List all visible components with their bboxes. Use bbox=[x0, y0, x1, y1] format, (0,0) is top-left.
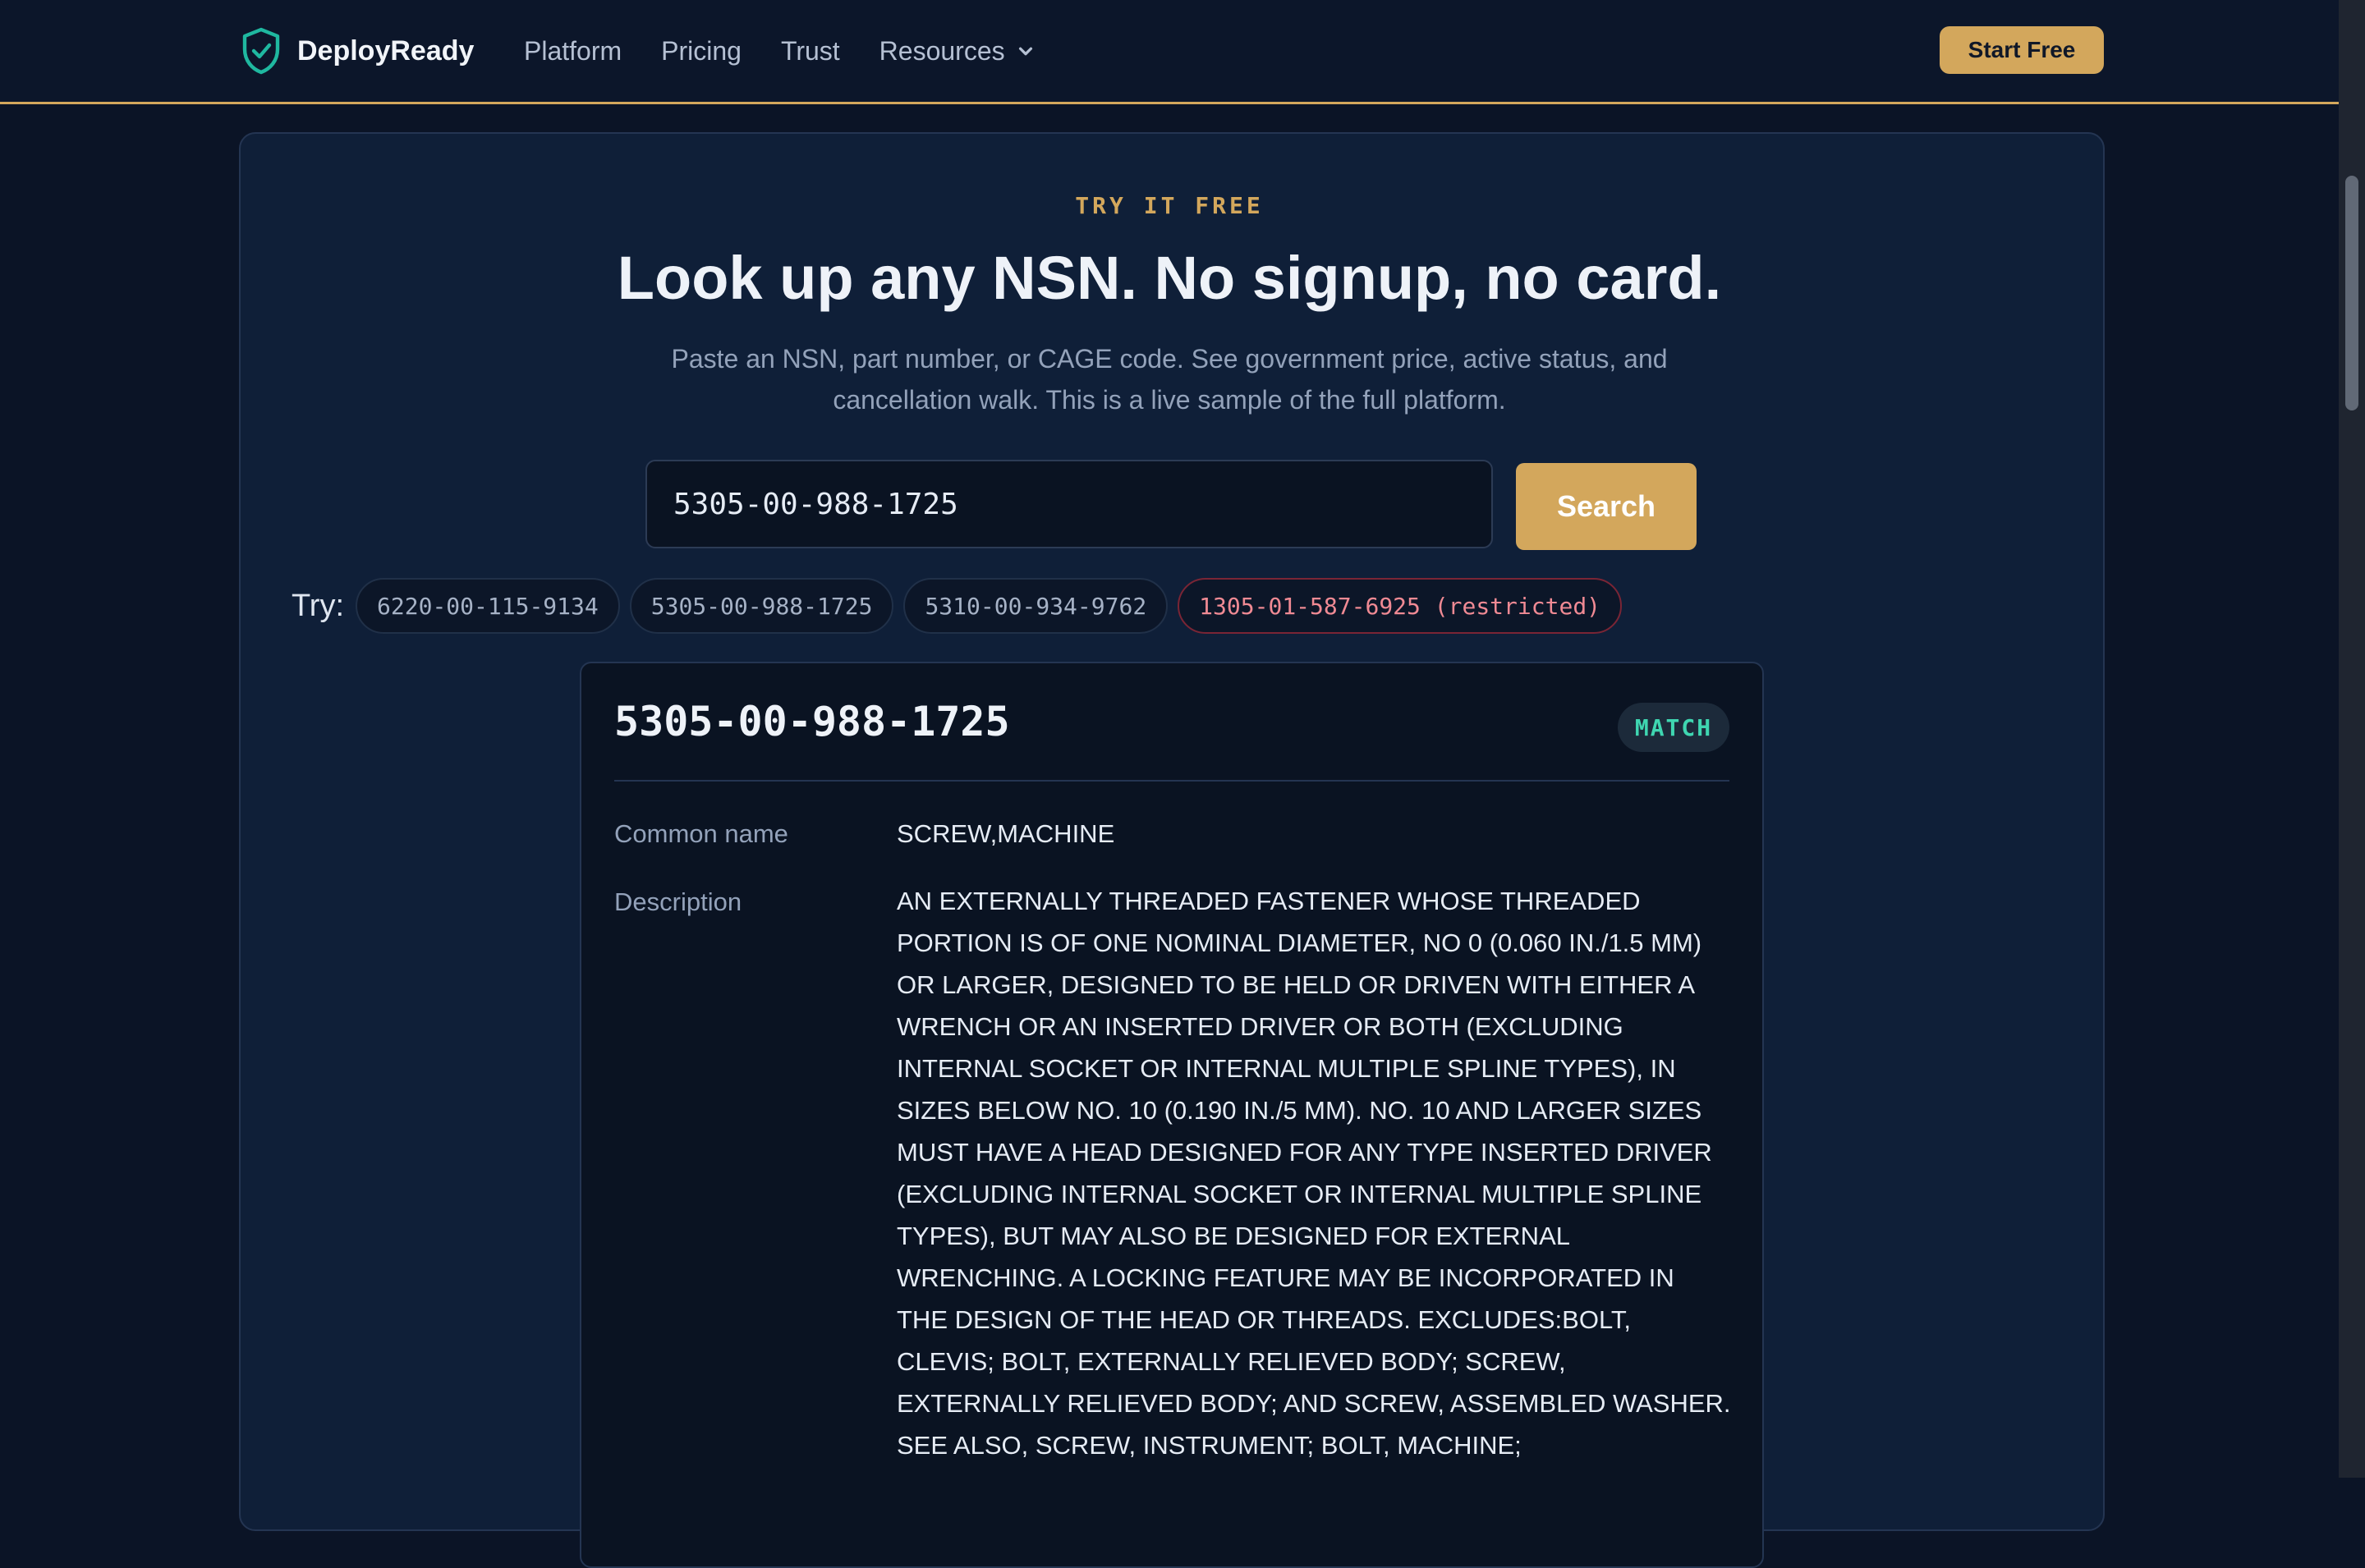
eyebrow-label: TRY IT FREE bbox=[1075, 192, 1264, 219]
description-label: Description bbox=[614, 887, 742, 916]
match-badge: MATCH bbox=[1618, 703, 1729, 752]
nsn-search-input[interactable] bbox=[645, 460, 1493, 548]
result-divider bbox=[614, 780, 1729, 782]
result-card: 5305-00-988-1725 MATCH Common name SCREW… bbox=[580, 662, 1764, 1568]
common-name-value: SCREW,MACHINE bbox=[897, 819, 1115, 848]
brand-name: DeployReady bbox=[297, 34, 475, 66]
description-value: AN EXTERNALLY THREADED FASTENER WHOSE TH… bbox=[897, 887, 1731, 1460]
example-chip[interactable]: 6220-00-115-9134 bbox=[356, 578, 620, 634]
page-title: Look up any NSN. No signup, no card. bbox=[617, 244, 1722, 312]
shield-check-icon bbox=[242, 27, 280, 75]
try-label: Try: bbox=[292, 588, 345, 623]
scrollbar-thumb[interactable] bbox=[2345, 176, 2358, 410]
page-subtitle: Paste an NSN, part number, or CAGE code.… bbox=[671, 344, 1668, 415]
page-scrollbar[interactable] bbox=[2339, 0, 2365, 1478]
nav-item-pricing[interactable]: Pricing bbox=[661, 36, 742, 66]
search-button[interactable]: Search bbox=[1516, 463, 1697, 550]
nav-item-trust[interactable]: Trust bbox=[781, 36, 840, 66]
nav-item-resources-label: Resources bbox=[879, 35, 1005, 66]
result-nsn: 5305-00-988-1725 bbox=[614, 698, 1010, 745]
brand-logo-link[interactable]: DeployReady bbox=[240, 25, 474, 77]
example-chip[interactable]: 5310-00-934-9762 bbox=[903, 578, 1169, 634]
example-chip-restricted[interactable]: 1305-01-587-6925 (restricted) bbox=[1178, 578, 1623, 634]
nav-item-platform[interactable]: Platform bbox=[524, 36, 622, 66]
top-navigation-bar: DeployReady Platform Pricing Trust Resou… bbox=[0, 0, 2339, 104]
example-chip[interactable]: 5305-00-988-1725 bbox=[629, 578, 894, 634]
chevron-down-icon bbox=[1018, 47, 1032, 56]
nav-item-resources[interactable]: Resources bbox=[879, 36, 1035, 66]
common-name-label: Common name bbox=[614, 819, 788, 848]
main-nav: Platform Pricing Trust Resources bbox=[524, 25, 1035, 77]
start-free-button[interactable]: Start Free bbox=[1940, 26, 2104, 74]
example-chips-row: Try: 6220-00-115-9134 5305-00-988-1725 5… bbox=[292, 576, 1623, 635]
